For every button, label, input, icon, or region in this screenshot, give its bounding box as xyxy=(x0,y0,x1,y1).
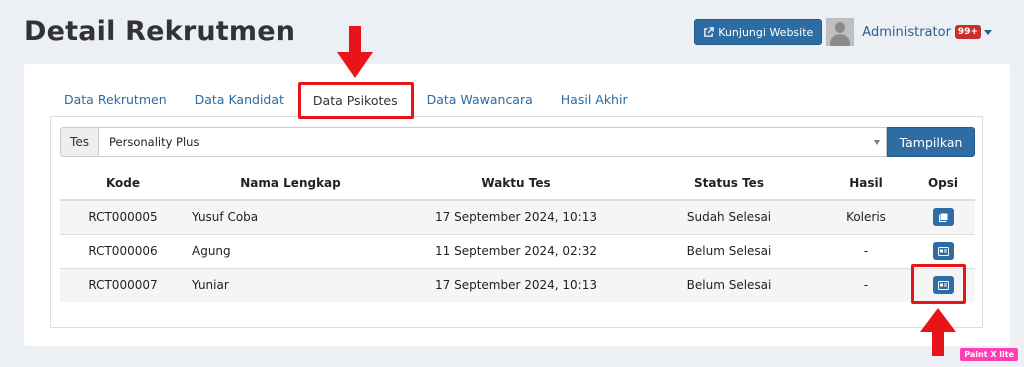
table-row: RCT000006 Agung 11 September 2024, 02:32… xyxy=(60,233,975,268)
book-icon xyxy=(938,213,947,222)
cell-hasil: - xyxy=(821,233,911,268)
cell-status: Belum Selesai xyxy=(637,233,821,268)
test-select-value: Personality Plus xyxy=(109,135,200,149)
cell-opsi xyxy=(911,233,975,268)
column-header-hasil: Hasil xyxy=(821,167,911,201)
cell-waktu: 17 September 2024, 10:13 xyxy=(395,199,637,234)
arrow-down-icon xyxy=(337,26,373,78)
test-filter: Tes Personality Plus Tampilkan xyxy=(60,127,975,157)
psikotes-table: Kode Nama Lengkap Waktu Tes Status Tes H… xyxy=(60,167,975,302)
user-avatar[interactable] xyxy=(826,18,855,46)
test-addon-label: Tes xyxy=(60,127,99,157)
column-header-opsi: Opsi xyxy=(911,167,975,201)
tab-panel-psikotes: Tes Personality Plus Tampilkan Kode Nama… xyxy=(50,116,983,328)
tab-data-rekrutmen[interactable]: Data Rekrutmen xyxy=(50,84,181,116)
table-row: RCT000005 Yusuf Coba 17 September 2024, … xyxy=(60,199,975,234)
cell-kode: RCT000006 xyxy=(60,233,186,268)
top-navbar: Kunjungi Website Administrator 99+ xyxy=(694,18,992,46)
highlight-box-action xyxy=(911,264,966,304)
cell-nama: Yuniar xyxy=(186,267,395,302)
table-row: RCT000007 Yuniar 17 September 2024, 10:1… xyxy=(60,267,975,302)
column-header-kode: Kode xyxy=(60,167,186,201)
cell-opsi xyxy=(911,199,975,234)
id-card-icon xyxy=(937,246,949,256)
dropdown-arrow-icon xyxy=(874,140,880,145)
content-card: Data Rekrutmen Data Kandidat Data Psikot… xyxy=(24,64,1010,346)
cell-nama: Agung xyxy=(186,233,395,268)
column-header-status: Status Tes xyxy=(637,167,821,201)
table-header-row: Kode Nama Lengkap Waktu Tes Status Tes H… xyxy=(60,167,975,201)
visit-website-label: Kunjungi Website xyxy=(718,25,814,39)
cell-status: Sudah Selesai xyxy=(637,199,821,234)
view-detail-button[interactable] xyxy=(932,242,954,260)
cell-waktu: 11 September 2024, 02:32 xyxy=(395,233,637,268)
chevron-down-icon[interactable] xyxy=(984,29,992,35)
column-header-waktu: Waktu Tes xyxy=(395,167,637,201)
external-link-icon xyxy=(704,26,715,37)
notification-badge: 99+ xyxy=(954,25,981,39)
tab-data-kandidat[interactable]: Data Kandidat xyxy=(181,84,298,116)
tab-hasil-akhir[interactable]: Hasil Akhir xyxy=(547,84,642,116)
watermark-label: Paint X lite xyxy=(960,348,1018,361)
page-title: Detail Rekrutmen xyxy=(24,16,296,47)
view-result-button[interactable] xyxy=(932,208,954,227)
cell-kode: RCT000005 xyxy=(60,199,186,234)
column-header-nama: Nama Lengkap xyxy=(186,167,395,201)
cell-kode: RCT000007 xyxy=(60,267,186,302)
cell-nama: Yusuf Coba xyxy=(186,199,395,234)
cell-waktu: 17 September 2024, 10:13 xyxy=(395,267,637,302)
cell-status: Belum Selesai xyxy=(637,267,821,302)
test-select[interactable]: Personality Plus xyxy=(99,127,887,157)
arrow-up-icon xyxy=(920,308,956,356)
cell-hasil: Koleris xyxy=(821,199,911,234)
highlight-box-tab xyxy=(298,82,414,119)
show-button[interactable]: Tampilkan xyxy=(887,127,975,157)
cell-hasil: - xyxy=(821,267,911,302)
tab-data-wawancara[interactable]: Data Wawancara xyxy=(413,84,547,116)
user-menu[interactable]: Administrator xyxy=(862,25,951,40)
visit-website-button[interactable]: Kunjungi Website xyxy=(694,19,823,45)
